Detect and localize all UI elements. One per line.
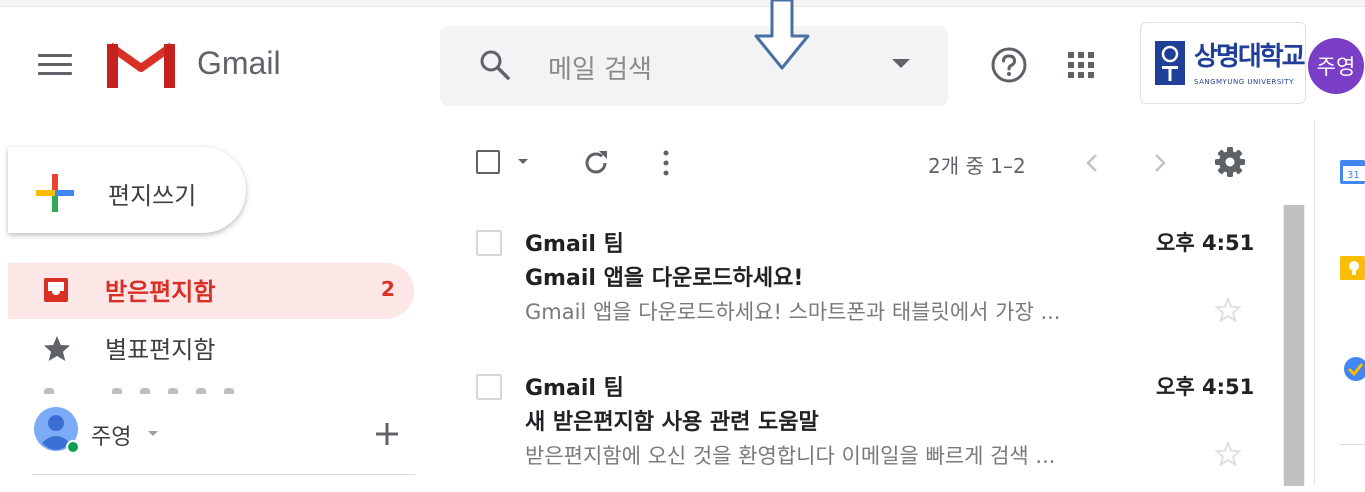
email-subject: Gmail 앱을 다운로드하세요! [525,266,804,291]
university-subtitle: SANGMYUNG UNIVERSITY [1194,78,1294,86]
scrollbar-thumb[interactable] [1284,205,1304,486]
side-panel-divider [1340,444,1365,445]
user-avatar-icon[interactable] [32,405,80,453]
chevron-right-icon[interactable] [1150,150,1170,176]
top-border [0,0,1365,7]
gear-icon[interactable] [1214,146,1246,178]
unread-count-badge: 2 [381,277,395,301]
email-row[interactable]: Gmail 팀 오후 4:51 Gmail 앱을 다운로드하세요! Gmail … [462,208,1280,348]
more-vertical-icon[interactable] [660,148,672,178]
annotation-arrow-icon [754,0,810,70]
email-checkbox[interactable] [476,374,502,400]
sidebar-item-starred[interactable]: 별표편지함 [105,330,215,365]
calendar-icon[interactable]: 31 [1340,158,1365,186]
star-icon [44,336,70,361]
hangouts-user-label[interactable]: 주영 [91,419,131,451]
email-snippet: Gmail 앱을 다운로드하세요! 스마트폰과 태블릿에서 가장 ... [525,300,1061,324]
email-time: 오후 4:51 [1156,375,1255,399]
search-icon[interactable] [478,48,512,82]
menu-icon[interactable] [38,54,72,78]
email-snippet: 받은편지함에 오신 것을 환영합니다 이메일을 빠르게 검색 ... [525,444,1056,468]
sidebar-cutoff-item [0,384,430,394]
chevron-left-icon[interactable] [1082,150,1102,176]
svg-text:31: 31 [1347,170,1360,181]
sidebar-item-label: 받은편지함 [105,278,216,306]
gmail-logo-icon[interactable] [107,40,175,88]
email-sender: Gmail 팀 [525,232,624,257]
email-sender: Gmail 팀 [525,376,624,401]
pagination-text: 2개 중 1–2 [928,154,1026,178]
email-checkbox[interactable] [476,230,502,256]
user-caret-icon[interactable] [148,431,158,436]
footer-divider [32,474,415,475]
email-time: 오후 4:51 [1156,231,1255,255]
inbox-icon [44,278,68,302]
university-name: 상명대학교 [1194,42,1306,72]
email-row[interactable]: Gmail 팀 오후 4:51 새 받은편지함 사용 관련 도움말 받은편지함에… [462,352,1280,492]
help-icon[interactable] [990,46,1028,84]
university-emblem-icon [1155,41,1185,85]
keep-icon[interactable] [1340,254,1365,282]
refresh-icon[interactable] [580,147,612,179]
tasks-icon[interactable] [1340,355,1365,383]
compose-label: 편지쓰기 [108,182,197,210]
select-all-checkbox[interactable] [476,150,500,174]
star-outline-icon[interactable] [1214,440,1242,468]
apps-grid-icon[interactable] [1066,50,1096,80]
search-options-caret-icon[interactable] [892,59,910,68]
add-icon[interactable] [374,421,400,447]
email-subject: 새 받은편지함 사용 관련 도움말 [525,410,819,435]
search-box[interactable] [440,26,948,106]
gmail-brand-label: Gmail [197,45,281,81]
search-input[interactable]: 메일 검색 [548,49,652,86]
account-avatar[interactable]: 주영 [1308,38,1364,94]
plus-icon [36,174,74,212]
star-outline-icon[interactable] [1214,296,1242,324]
select-options-caret-icon[interactable] [518,159,528,164]
